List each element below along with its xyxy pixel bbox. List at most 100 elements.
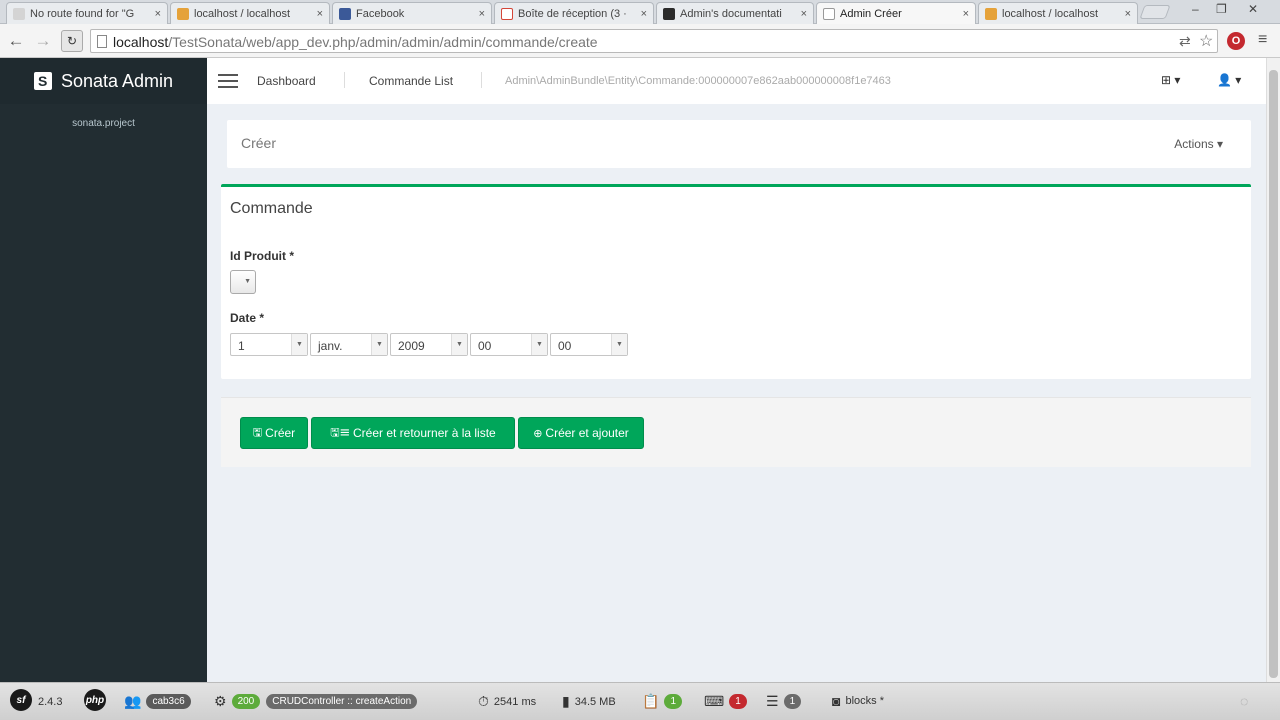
close-icon[interactable]: × <box>317 8 323 20</box>
menu-toggle-icon[interactable] <box>218 74 238 92</box>
maximize-icon[interactable]: ❐ <box>1216 2 1227 16</box>
sidebar-subtitle: sonata.project <box>72 118 135 129</box>
form-box: Commande Id Produit * ▼ Date * 1 ▼ janv.… <box>221 184 1251 379</box>
browser-menu-icon[interactable]: ≡ <box>1258 32 1270 48</box>
url-host: localhost <box>113 34 169 50</box>
date-minute-select[interactable]: 00 ▼ <box>550 333 628 356</box>
symfony-version-text: 2.4.3 <box>38 696 63 708</box>
facebook-icon <box>339 7 351 20</box>
translate-icon[interactable]: ⇄ <box>1179 33 1191 50</box>
profiler-token[interactable]: 👥 cab3c6 <box>124 693 191 710</box>
forms-info[interactable]: 📋 1 <box>642 693 682 710</box>
create-button[interactable]: 🖫 Créer <box>240 417 308 449</box>
queries-info[interactable]: ☰ 1 <box>766 693 802 710</box>
page-title: Créer <box>241 135 277 151</box>
page-scrollbar[interactable] <box>1266 58 1280 682</box>
close-icon[interactable]: × <box>963 8 969 20</box>
memory-info[interactable]: ▮ 34.5 MB <box>562 693 616 710</box>
clipboard-icon: 📋 <box>642 693 660 709</box>
bookmark-star-icon[interactable]: ☆ <box>1199 31 1213 51</box>
queries-count-pill: 1 <box>783 694 802 709</box>
forward-icon[interactable]: → <box>33 31 53 51</box>
address-bar[interactable]: localhost/TestSonata/web/app_dev.php/adm… <box>90 29 1218 53</box>
tab-title: Admin Créer <box>840 7 902 20</box>
translation-icon: ⌨ <box>704 693 725 709</box>
chevron-down-icon: ▼ <box>244 278 251 285</box>
blocks-text: blocks * <box>845 695 884 707</box>
timer-icon: ⏱ <box>478 693 489 709</box>
date-day-select[interactable]: 1 ▼ <box>230 333 308 356</box>
date-month-value: janv. <box>318 339 343 353</box>
id-produit-select[interactable]: ▼ <box>230 270 256 294</box>
forms-count-pill: 1 <box>664 694 682 709</box>
chevron-down-icon: ▼ <box>371 334 387 355</box>
date-hour-select[interactable]: 00 ▼ <box>470 333 548 356</box>
brand[interactable]: Sonata Admin <box>0 58 207 104</box>
close-icon[interactable]: × <box>479 8 485 20</box>
breadcrumb-current: Admin\AdminBundle\Entity\Commande:000000… <box>505 75 891 87</box>
sidebar: Sonata Admin sonata.project <box>0 58 207 682</box>
time-info[interactable]: ⏱ 2541 ms <box>478 693 536 710</box>
close-icon[interactable]: × <box>1125 8 1131 20</box>
close-icon[interactable]: × <box>155 8 161 20</box>
browser-tab[interactable]: Admin's documentati × <box>656 2 814 24</box>
form-title: Commande <box>230 200 313 217</box>
scrollbar-thumb[interactable] <box>1269 70 1278 678</box>
date-year-select[interactable]: 2009 ▼ <box>390 333 468 356</box>
symfony-version[interactable]: sf 2.4.3 <box>10 689 63 711</box>
page-icon <box>13 7 25 20</box>
minimize-icon[interactable]: – <box>1192 2 1199 16</box>
breadcrumb-commande-list[interactable]: Commande List <box>369 74 453 88</box>
create-add-button-label: Créer et ajouter <box>545 426 629 440</box>
browser-tab[interactable]: No route found for "G × <box>6 2 168 24</box>
close-icon[interactable]: × <box>801 8 807 20</box>
chevron-down-icon: ▼ <box>291 334 307 355</box>
create-add-button[interactable]: ⊕ Créer et ajouter <box>518 417 644 449</box>
browser-tab-strip: No route found for "G × localhost / loca… <box>0 0 1280 24</box>
memory-icon: ▮ <box>562 693 570 709</box>
url-text[interactable]: localhost/TestSonata/web/app_dev.php/adm… <box>113 34 598 50</box>
new-tab-button[interactable] <box>1139 5 1171 19</box>
gmail-icon <box>501 7 513 20</box>
window-close-icon[interactable]: ✕ <box>1248 2 1258 16</box>
chevron-down-icon: ▼ <box>531 334 547 355</box>
browser-tab[interactable]: localhost / localhost × <box>978 2 1138 24</box>
browser-tab[interactable]: Boîte de réception (3 · × <box>494 2 654 24</box>
tab-title: Boîte de réception (3 · <box>518 7 627 20</box>
actions-dropdown[interactable]: Actions ▾ <box>1174 137 1223 151</box>
add-menu-icon[interactable]: ⊞ ▾ <box>1161 73 1180 87</box>
tab-title: No route found for "G <box>30 7 135 20</box>
request-info[interactable]: ⚙ 200 CRUDController :: createAction <box>214 693 418 710</box>
gears-icon: ⚙ <box>214 693 227 709</box>
user-menu-icon[interactable]: 👤 ▾ <box>1217 73 1241 87</box>
main-content: Créer Actions ▾ Commande Id Produit * ▼ … <box>207 104 1266 682</box>
breadcrumb-dashboard[interactable]: Dashboard <box>257 74 316 88</box>
breadcrumb-separator <box>344 72 345 88</box>
save-list-icon: 🖫☰ <box>330 426 350 439</box>
create-return-button[interactable]: 🖫☰ Créer et retourner à la liste <box>311 417 515 449</box>
blocks-info[interactable]: ◙ blocks * <box>832 693 884 709</box>
close-icon[interactable]: × <box>641 8 647 20</box>
sonata-logo-icon <box>33 72 52 90</box>
phpmyadmin-icon <box>985 7 997 20</box>
blocks-icon: ◙ <box>832 693 841 709</box>
controller-pill: CRUDController :: createAction <box>266 694 418 709</box>
database-icon: ☰ <box>766 693 779 709</box>
toolbar-close-icon[interactable]: ◌ <box>1240 693 1248 709</box>
date-day-value: 1 <box>238 339 245 353</box>
extension-icon[interactable]: O <box>1227 32 1245 50</box>
phpmyadmin-icon <box>177 7 189 20</box>
date-month-select[interactable]: janv. ▼ <box>310 333 388 356</box>
top-navbar: Dashboard Commande List Admin\AdminBundl… <box>207 58 1266 104</box>
reload-icon[interactable]: ↻ <box>61 30 83 52</box>
browser-tab[interactable]: Facebook × <box>332 2 492 24</box>
page-header: Créer Actions ▾ <box>227 120 1251 168</box>
browser-tab[interactable]: localhost / localhost × <box>170 2 330 24</box>
token-pill: cab3c6 <box>146 694 191 709</box>
php-info[interactable]: php <box>84 689 112 711</box>
browser-tab-active[interactable]: Admin Créer × <box>816 2 976 24</box>
github-icon <box>663 7 675 20</box>
back-icon[interactable]: ← <box>6 31 26 51</box>
breadcrumb-separator <box>481 72 482 88</box>
logs-info[interactable]: ⌨ 1 <box>704 693 747 710</box>
